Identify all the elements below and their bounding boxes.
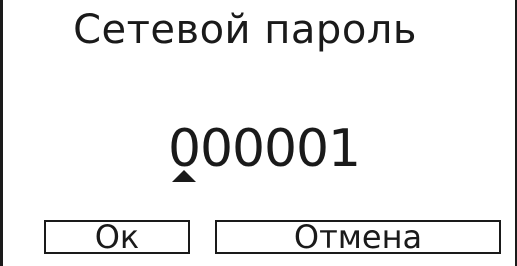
pin-digit-6[interactable]: 1 bbox=[328, 118, 361, 180]
ok-button[interactable]: Ок bbox=[44, 220, 190, 254]
cancel-button[interactable]: Отмена bbox=[215, 220, 501, 254]
pin-digit-4[interactable]: 0 bbox=[264, 118, 297, 180]
password-input[interactable]: 0 0 0 0 0 1 bbox=[168, 110, 361, 180]
cursor-up-triangle-icon bbox=[172, 170, 196, 182]
pin-digit-5[interactable]: 0 bbox=[296, 118, 329, 180]
network-password-dialog: Сетевой пароль 0 0 0 0 0 1 Ок Отмена bbox=[0, 0, 517, 266]
dialog-title: Сетевой пароль bbox=[73, 7, 417, 53]
pin-digit-2[interactable]: 0 bbox=[200, 118, 233, 180]
pin-digit-3[interactable]: 0 bbox=[232, 118, 265, 180]
